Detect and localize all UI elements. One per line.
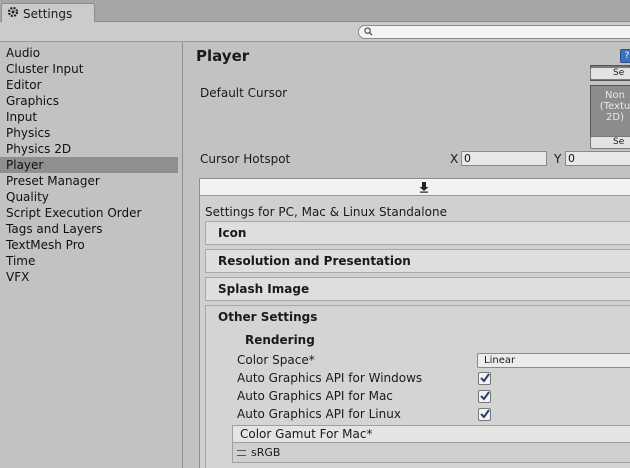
platform-settings-panel: Settings for PC, Mac & Linux Standalone … [199, 178, 630, 468]
checkmark-icon [480, 373, 490, 383]
sidebar-item-preset-manager[interactable]: Preset Manager [0, 173, 178, 189]
sidebar-item-editor[interactable]: Editor [0, 77, 178, 93]
section-splash-image[interactable]: Splash Image [205, 277, 630, 301]
toolbar [0, 22, 630, 42]
settings-sidebar: Audio Cluster Input Editor Graphics Inpu… [0, 42, 183, 468]
sidebar-item-script-execution-order[interactable]: Script Execution Order [0, 205, 178, 221]
platform-tabs [200, 179, 630, 196]
page-title: Player [196, 47, 250, 65]
settings-tab-label: Settings [23, 6, 73, 21]
checkmark-icon [480, 409, 490, 419]
sidebar-item-textmesh-pro[interactable]: TextMesh Pro [0, 237, 178, 253]
gear-icon [7, 6, 19, 21]
hotspot-x-input[interactable] [461, 151, 547, 166]
auto-graphics-api-windows-label: Auto Graphics API for Windows [237, 371, 423, 385]
hotspot-y-label: Y [554, 152, 562, 166]
sidebar-item-player[interactable]: Player [0, 157, 178, 173]
color-gamut-list-item[interactable]: sRGB [232, 443, 630, 463]
search-input[interactable] [376, 26, 616, 38]
hotspot-x-label: X [450, 152, 459, 166]
sidebar-item-graphics[interactable]: Graphics [0, 93, 178, 109]
sidebar-item-time[interactable]: Time [0, 253, 178, 269]
auto-graphics-api-mac-checkbox[interactable] [478, 390, 491, 403]
cursor-preview-line: Non [605, 90, 625, 101]
cursor-preview-line: 2D) [606, 112, 624, 123]
auto-graphics-api-linux-checkbox[interactable] [478, 408, 491, 421]
search-field[interactable] [358, 25, 630, 39]
sidebar-item-input[interactable]: Input [0, 109, 178, 125]
cursor-preview-line: (Textu [599, 101, 630, 112]
download-icon[interactable] [418, 181, 430, 193]
color-gamut-header: Color Gamut For Mac* [232, 425, 630, 443]
section-resolution-and-presentation[interactable]: Resolution and Presentation [205, 249, 630, 273]
default-cursor-label: Default Cursor [200, 86, 288, 100]
sidebar-item-cluster-input[interactable]: Cluster Input [0, 61, 178, 77]
sidebar-item-physics[interactable]: Physics [0, 125, 178, 141]
color-space-dropdown[interactable]: Linear [477, 353, 630, 368]
hotspot-y-input[interactable] [565, 151, 630, 166]
color-space-label: Color Space* [237, 353, 315, 367]
cursor-hotspot-label: Cursor Hotspot [200, 152, 291, 166]
search-icon [364, 26, 373, 39]
sidebar-item-tags-and-layers[interactable]: Tags and Layers [0, 221, 178, 237]
checkmark-icon [480, 391, 490, 401]
select-cursor-button[interactable]: Se [590, 136, 630, 149]
drag-handle-icon[interactable] [237, 449, 246, 456]
rendering-header: Rendering [245, 333, 315, 347]
sidebar-item-audio[interactable]: Audio [0, 45, 178, 61]
color-gamut-value: sRGB [251, 445, 281, 459]
select-icon-button[interactable]: Se [590, 67, 630, 80]
auto-graphics-api-linux-label: Auto Graphics API for Linux [237, 407, 401, 421]
sidebar-item-physics-2d[interactable]: Physics 2D [0, 141, 178, 157]
settings-tab[interactable]: Settings [1, 3, 95, 23]
sidebar-item-quality[interactable]: Quality [0, 189, 178, 205]
auto-graphics-api-windows-checkbox[interactable] [478, 372, 491, 385]
window-tab-bar: Settings [0, 0, 630, 23]
section-icon[interactable]: Icon [205, 221, 630, 245]
sidebar-item-vfx[interactable]: VFX [0, 269, 178, 285]
platform-title: Settings for PC, Mac & Linux Standalone [205, 205, 447, 219]
section-other-settings-label: Other Settings [218, 310, 318, 324]
auto-graphics-api-mac-label: Auto Graphics API for Mac [237, 389, 393, 403]
help-icon[interactable]: ? [620, 49, 630, 63]
player-settings-panel: Player ? Se Default Cursor Non (Textu 2D… [184, 42, 630, 468]
